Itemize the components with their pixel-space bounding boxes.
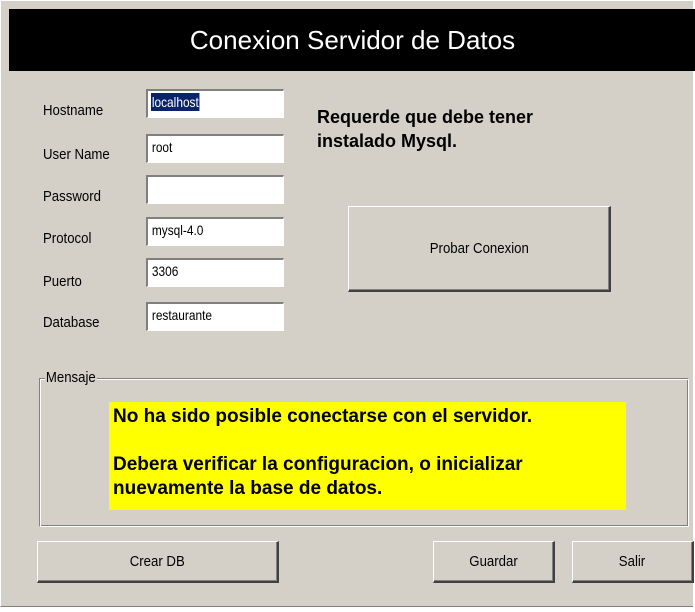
note-line-1: Requerde que debe tener xyxy=(317,107,534,127)
username-value: root xyxy=(151,139,173,155)
port-value: 3306 xyxy=(151,263,179,279)
create-db-button[interactable]: Crear DB xyxy=(37,541,279,583)
dialog-title: Conexion Servidor de Datos xyxy=(189,24,516,55)
password-field[interactable] xyxy=(146,175,284,204)
hostname-value: localhost xyxy=(151,93,200,111)
protocol-value: mysql-4.0 xyxy=(151,222,204,238)
protocol-label: Protocol xyxy=(43,230,92,247)
note-line-2: instalado Mysql. xyxy=(317,131,458,151)
message-group-legend: Mensaje xyxy=(45,369,97,386)
exit-label: Salir xyxy=(619,553,646,570)
database-value: restaurante xyxy=(151,307,213,323)
message-line-1: No ha sido posible conectarse con el ser… xyxy=(113,406,533,427)
error-message: No ha sido posible conectarse con el ser… xyxy=(109,402,626,510)
database-field[interactable]: restaurante xyxy=(146,302,284,331)
message-line-2: Debera verificar la configuracion, o ini… xyxy=(113,454,523,475)
database-label: Database xyxy=(43,314,100,331)
connection-dialog: Conexion Servidor de Datos Hostname loca… xyxy=(0,0,695,607)
password-label: Password xyxy=(43,188,101,205)
dialog-title-bar: Conexion Servidor de Datos xyxy=(9,9,695,71)
hostname-label: Hostname xyxy=(43,102,104,119)
save-label: Guardar xyxy=(469,553,518,570)
mysql-requirement-note: Requerde que debe tener instalado Mysql. xyxy=(317,105,677,153)
username-label: User Name xyxy=(43,146,110,163)
hostname-field[interactable]: localhost xyxy=(146,89,284,118)
port-label: Puerto xyxy=(43,273,82,290)
message-line-3: nuevamente la base de datos. xyxy=(113,478,383,499)
exit-button[interactable]: Salir xyxy=(572,541,694,583)
username-field[interactable]: root xyxy=(146,134,284,163)
test-connection-button[interactable]: Probar Conexion xyxy=(348,206,611,292)
protocol-field[interactable]: mysql-4.0 xyxy=(146,217,284,246)
test-connection-label: Probar Conexion xyxy=(429,240,529,257)
save-button[interactable]: Guardar xyxy=(433,541,555,583)
port-field[interactable]: 3306 xyxy=(146,258,284,287)
create-db-label: Crear DB xyxy=(129,553,185,570)
